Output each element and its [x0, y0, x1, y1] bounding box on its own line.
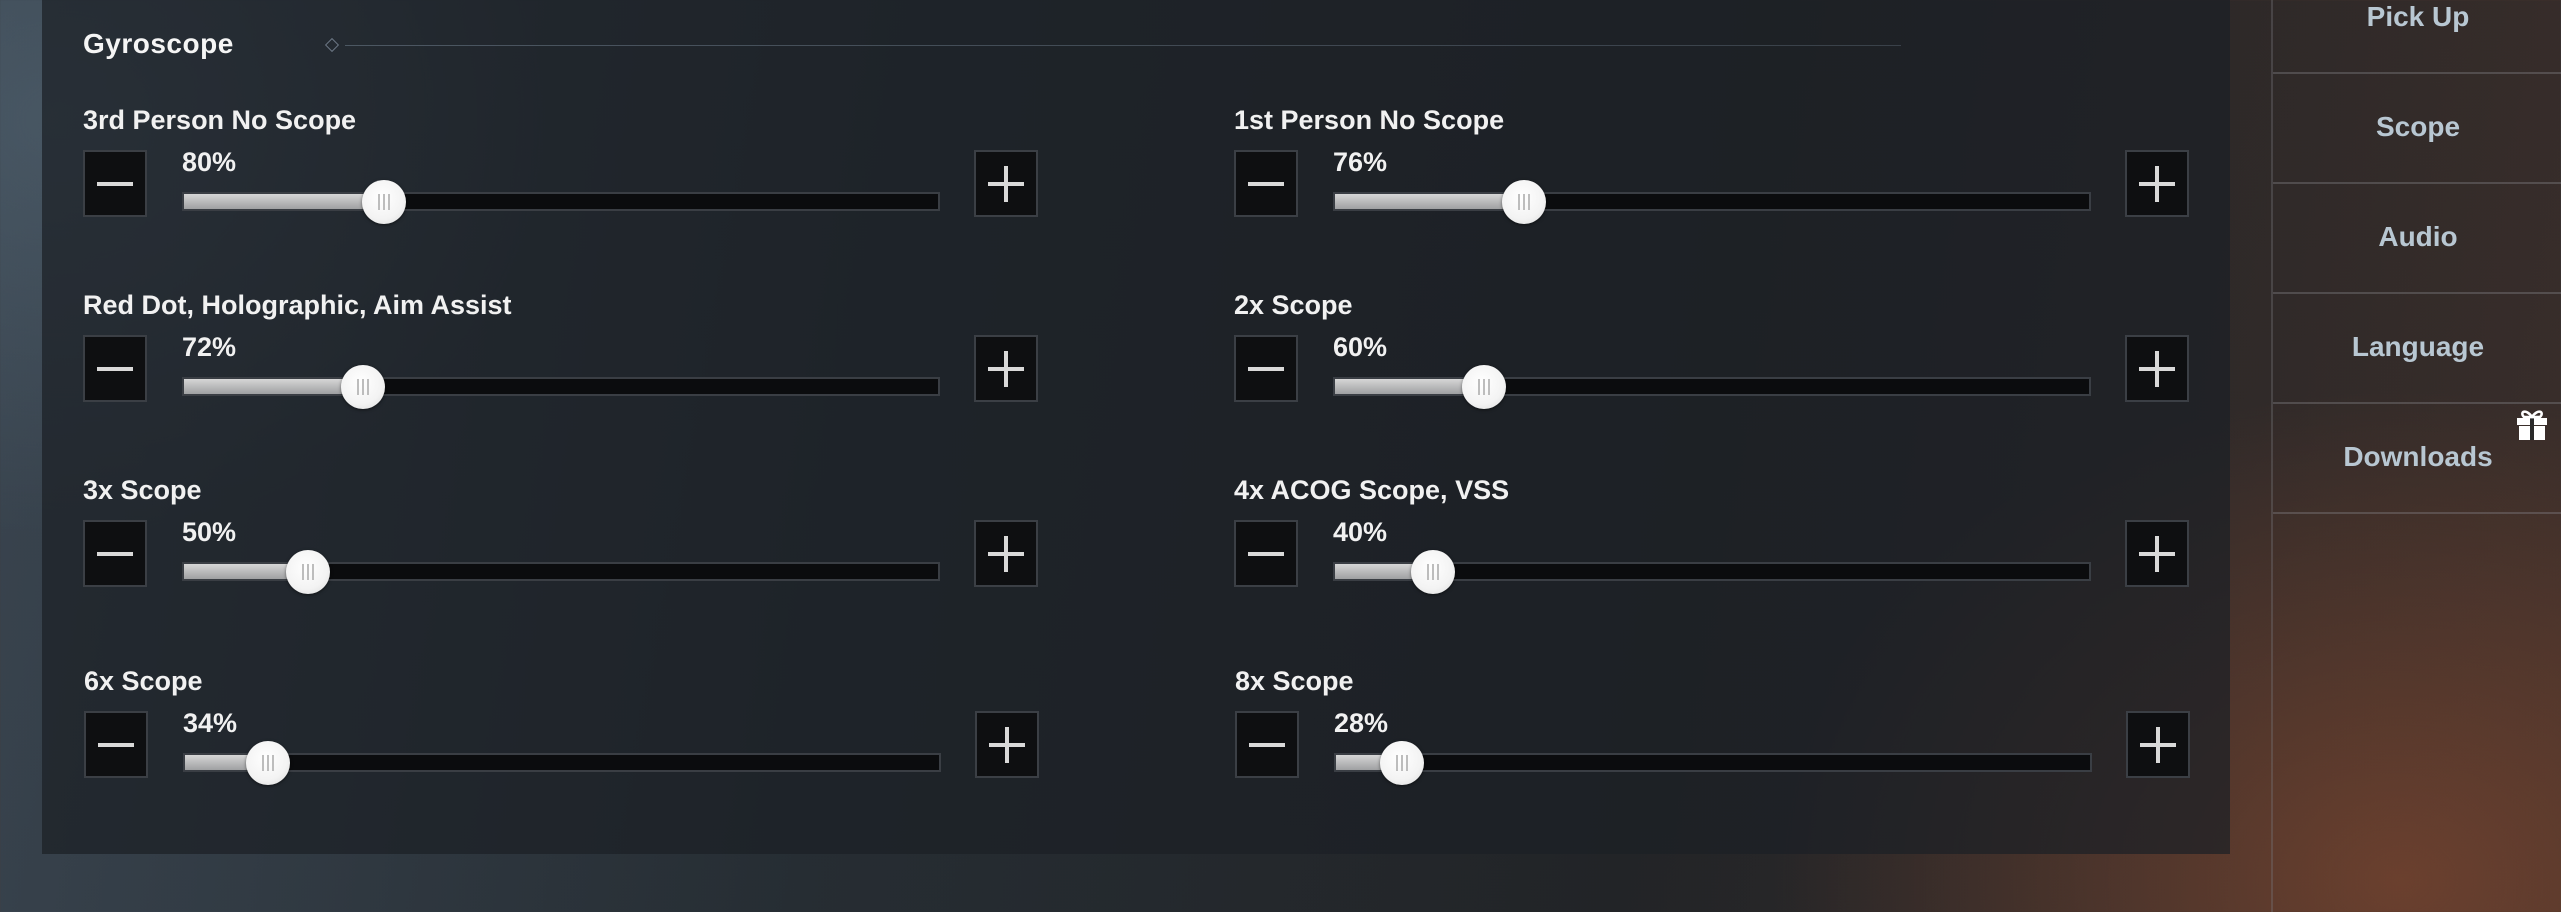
slider-fill: [184, 194, 384, 209]
slider-fill: [184, 379, 363, 394]
nav-item-label: Language: [2351, 331, 2485, 362]
setting-1st-person-no-scope: 1st Person No Scope 76%: [1234, 105, 2234, 255]
nav-item-scope[interactable]: Scope: [2273, 72, 2561, 184]
slider-knob[interactable]: [1461, 365, 1506, 409]
plus-icon: [988, 350, 1024, 387]
value-label: 40%: [1333, 517, 1388, 547]
value-label: 60%: [1333, 332, 1388, 362]
section-title: Gyroscope: [83, 28, 234, 59]
slider-track[interactable]: [182, 550, 940, 594]
plus-icon: [2139, 165, 2175, 202]
nav-item-label: Downloads: [2343, 441, 2493, 472]
minus-icon: [1248, 181, 1284, 186]
setting-red-dot-holographic-aim-assist: Red Dot, Holographic, Aim Assist 72%: [83, 290, 1083, 440]
setting-2x-scope: 2x Scope 60%: [1234, 290, 2234, 440]
decrease-button[interactable]: [84, 711, 148, 778]
setting-label: 4x ACOG Scope, VSS: [1234, 475, 1510, 505]
slider-fill: [1335, 194, 1524, 209]
nav-item-pick-up[interactable]: Pick Up: [2273, 0, 2561, 74]
increase-button[interactable]: [2125, 335, 2189, 402]
slider-track[interactable]: [182, 365, 940, 409]
slider-track[interactable]: [1334, 741, 2092, 785]
decrease-button[interactable]: [1235, 711, 1299, 778]
setting-label: 2x Scope: [1234, 290, 1353, 320]
section-header: Gyroscope: [83, 28, 1903, 64]
increase-button[interactable]: [2125, 520, 2189, 587]
slider-knob[interactable]: [1411, 550, 1456, 594]
value-label: 28%: [1334, 708, 1389, 738]
decrease-button[interactable]: [83, 335, 147, 402]
setting-8x-scope: 8x Scope 28%: [1235, 666, 2235, 816]
setting-label: 6x Scope: [84, 666, 203, 696]
slider-knob[interactable]: [245, 741, 290, 785]
slider-knob[interactable]: [286, 550, 331, 594]
section-divider: [345, 45, 1901, 46]
decrease-button[interactable]: [83, 150, 147, 217]
decrease-button[interactable]: [1234, 150, 1298, 217]
setting-label: 3x Scope: [83, 475, 202, 505]
slider-knob[interactable]: [1380, 741, 1425, 785]
nav-item-label: Scope: [2375, 111, 2461, 142]
setting-3x-scope: 3x Scope 50%: [83, 475, 1083, 625]
plus-icon: [988, 535, 1024, 572]
decrease-button[interactable]: [1234, 520, 1298, 587]
value-label: 76%: [1333, 147, 1388, 177]
nav-item-language[interactable]: Language: [2273, 292, 2561, 404]
minus-icon: [97, 181, 133, 186]
decrease-button[interactable]: [1234, 335, 1298, 402]
setting-label: 3rd Person No Scope: [83, 105, 357, 135]
nav-item-label: Pick Up: [2366, 1, 2470, 32]
value-label: 72%: [182, 332, 237, 362]
slider-track[interactable]: [1333, 180, 2091, 224]
minus-icon: [97, 366, 133, 371]
diamond-icon: [324, 37, 340, 53]
setting-3rd-person-no-scope: 3rd Person No Scope 80%: [83, 105, 1083, 255]
value-label: 80%: [182, 147, 237, 177]
plus-icon: [2139, 535, 2175, 572]
plus-icon: [2140, 726, 2176, 763]
nav-item-audio[interactable]: Audio: [2273, 182, 2561, 294]
minus-icon: [98, 742, 134, 747]
slider-knob[interactable]: [340, 365, 385, 409]
increase-button[interactable]: [974, 520, 1038, 587]
settings-panel: Gyroscope 3rd Person No Scope 80% Red Do…: [42, 0, 2230, 854]
slider-track[interactable]: [183, 741, 941, 785]
setting-label: Red Dot, Holographic, Aim Assist: [83, 290, 512, 320]
setting-4x-acog-scope-vss: 4x ACOG Scope, VSS 40%: [1234, 475, 2234, 625]
plus-icon: [2139, 350, 2175, 387]
plus-icon: [988, 165, 1024, 202]
value-label: 50%: [182, 517, 237, 547]
value-label: 34%: [183, 708, 238, 738]
increase-button[interactable]: [975, 711, 1039, 778]
increase-button[interactable]: [974, 150, 1038, 217]
decrease-button[interactable]: [83, 520, 147, 587]
setting-label: 8x Scope: [1235, 666, 1354, 696]
minus-icon: [1248, 366, 1284, 371]
slider-knob[interactable]: [361, 180, 406, 224]
settings-nav: Pick Up Scope Audio Language Downloads: [2271, 0, 2561, 912]
minus-icon: [1249, 742, 1285, 747]
minus-icon: [97, 551, 133, 556]
increase-button[interactable]: [2126, 711, 2190, 778]
plus-icon: [989, 726, 1025, 763]
nav-item-label: Audio: [2378, 221, 2458, 252]
gift-icon[interactable]: [2514, 406, 2550, 442]
slider-track[interactable]: [1333, 365, 2091, 409]
slider-track[interactable]: [1333, 550, 2091, 594]
minus-icon: [1248, 551, 1284, 556]
setting-label: 1st Person No Scope: [1234, 105, 1505, 135]
slider-track[interactable]: [182, 180, 940, 224]
setting-6x-scope: 6x Scope 34%: [84, 666, 1084, 816]
increase-button[interactable]: [974, 335, 1038, 402]
increase-button[interactable]: [2125, 150, 2189, 217]
slider-knob[interactable]: [1501, 180, 1546, 224]
